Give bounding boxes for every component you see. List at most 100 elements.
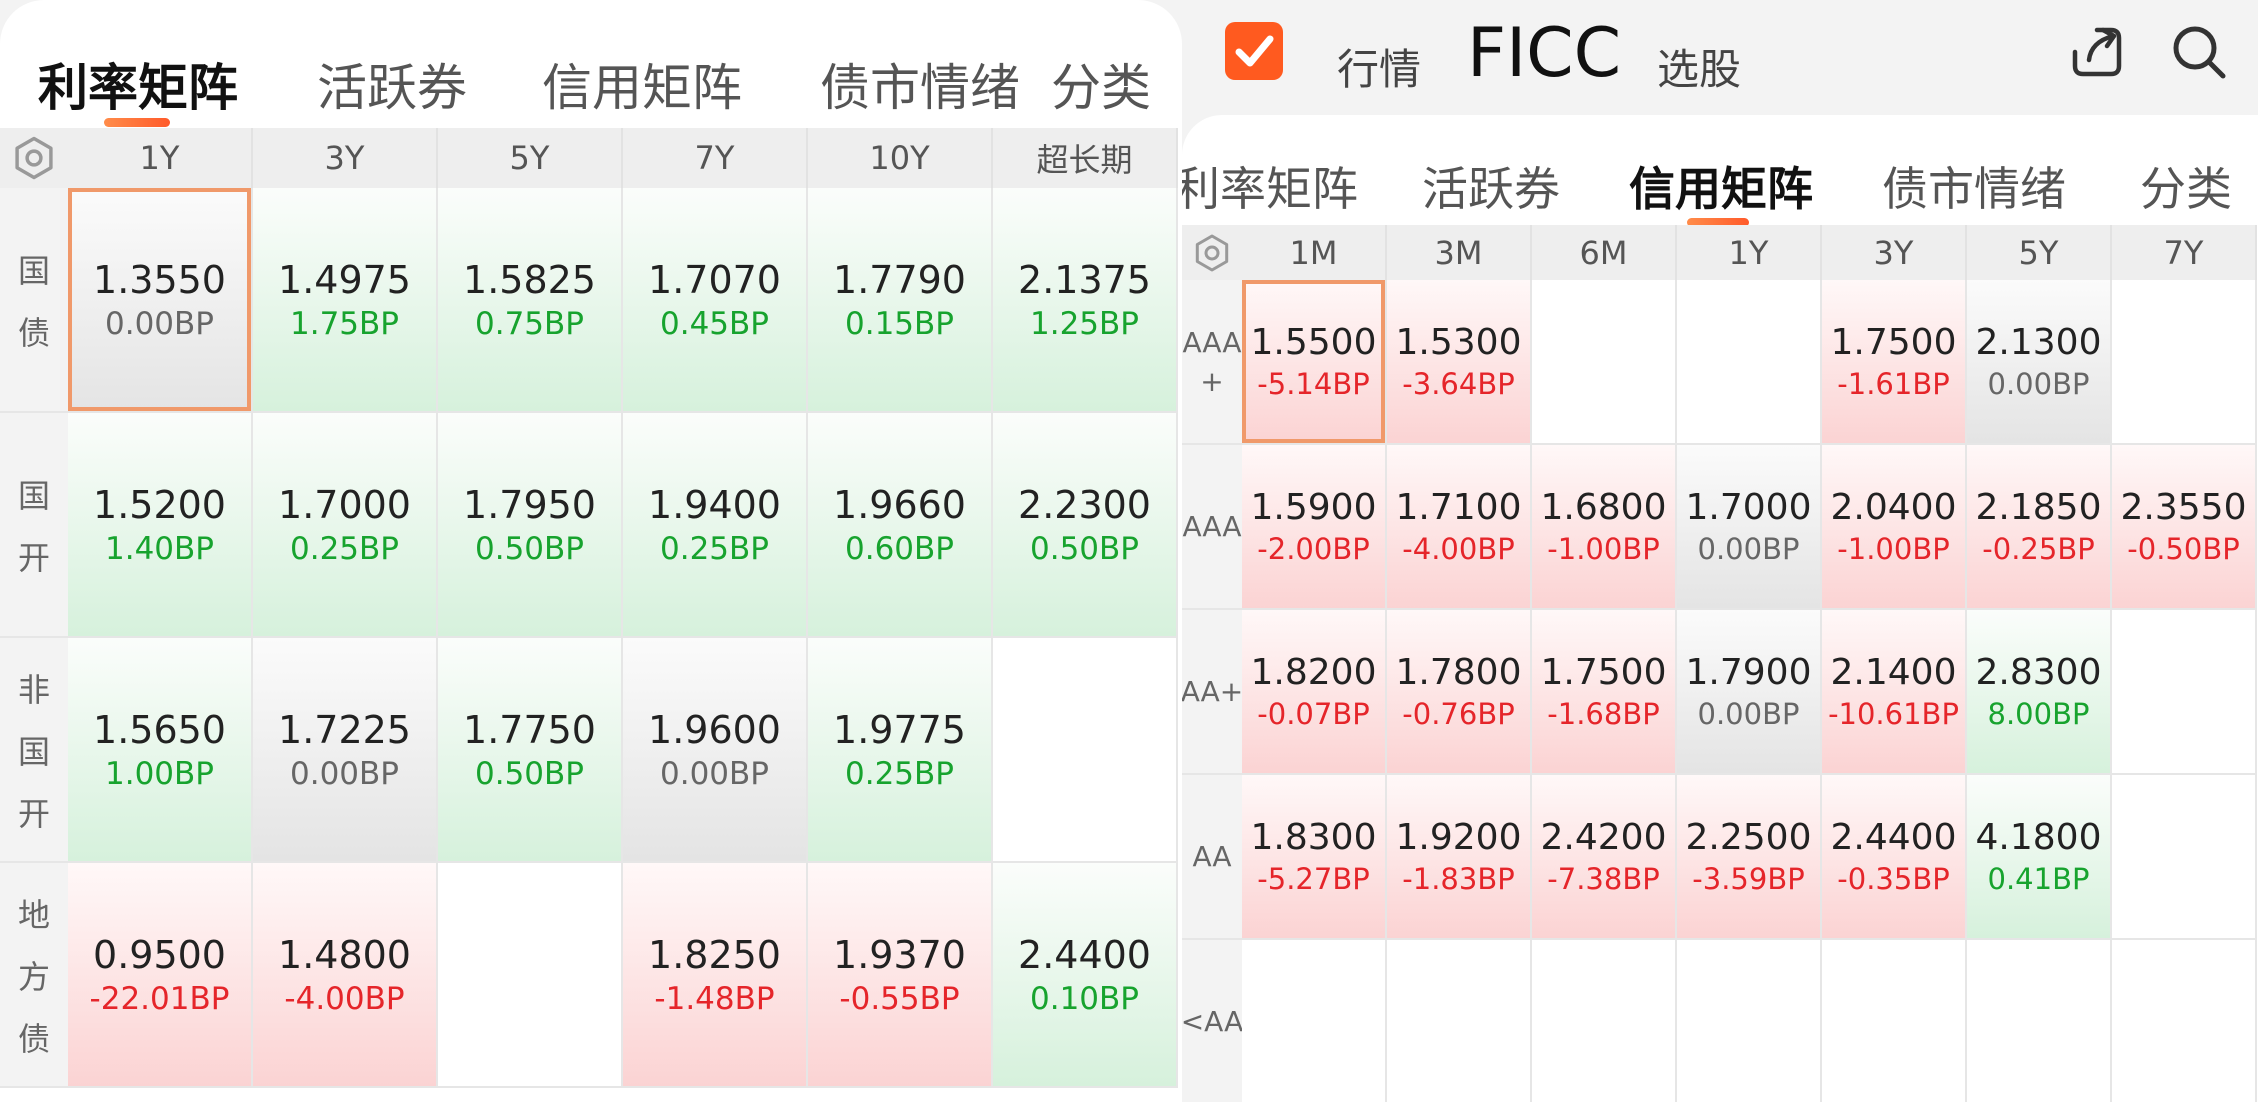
right-row-header: <AA (1182, 940, 1243, 1102)
right-matrix-cell[interactable]: 1.7900 0.00BP (1677, 610, 1822, 775)
left-matrix-cell[interactable]: 1.5650 1.00BP (68, 638, 253, 863)
rate-matrix-grid: 1Y 3Y 5Y 7Y 10Y 超长期国债 1.3550 0.00BP 1.4975 1.75BP… (0, 128, 1182, 1102)
yield-value: 2.2500 (1685, 817, 1812, 858)
left-matrix-cell[interactable]: 1.5825 0.75BP (438, 188, 623, 413)
change-bp: 0.00BP (1697, 532, 1800, 566)
left-matrix-cell[interactable]: 1.4975 1.75BP (253, 188, 438, 413)
left-matrix-cell[interactable]: 1.3550 0.00BP (68, 188, 253, 413)
yield-value: 1.8250 (648, 932, 781, 977)
right-matrix-cell[interactable]: 1.5500 -5.14BP (1242, 280, 1387, 445)
left-matrix-cell[interactable]: 2.2300 0.50BP (993, 413, 1178, 638)
tab-rate-matrix-right[interactable]: 利率矩阵 (1182, 153, 1358, 219)
left-matrix-cell[interactable]: 1.9370 -0.55BP (808, 863, 993, 1088)
left-matrix-cell[interactable]: 1.5200 1.40BP (68, 413, 253, 638)
left-matrix-cell[interactable]: 1.9400 0.25BP (623, 413, 808, 638)
right-matrix-cell[interactable]: 2.1300 0.00BP (1967, 280, 2112, 445)
credit-card: 利率矩阵 活跃券 信用矩阵 债市情绪 分类 1M 3M 6M 1Y 3Y 5Y 7Y AAA +… (1182, 115, 2258, 1102)
right-matrix-cell (1532, 280, 1677, 445)
yield-value: 1.5500 (1250, 322, 1377, 363)
yield-value: 2.4200 (1540, 817, 1667, 858)
yield-value: 1.4975 (278, 257, 411, 302)
yield-value: 1.9370 (833, 932, 966, 977)
tab-category[interactable]: 分类 (1051, 48, 1151, 120)
right-matrix-cell[interactable]: 1.7500 -1.61BP (1822, 280, 1967, 445)
left-matrix-cell[interactable]: 2.4400 0.10BP (993, 863, 1178, 1088)
left-matrix-cell[interactable]: 1.9775 0.25BP (808, 638, 993, 863)
right-matrix-cell (2112, 940, 2257, 1102)
left-matrix-cell[interactable]: 2.1375 1.25BP (993, 188, 1178, 413)
right-matrix-cell[interactable]: 1.8300 -5.27BP (1242, 775, 1387, 940)
right-matrix-cell[interactable]: 1.5300 -3.64BP (1387, 280, 1532, 445)
change-bp: 0.25BP (845, 755, 954, 792)
change-bp: -1.61BP (1837, 367, 1950, 401)
change-bp: -5.14BP (1257, 367, 1370, 401)
left-matrix-cell[interactable]: 0.9500 -22.01BP (68, 863, 253, 1088)
yield-value: 1.7000 (1685, 487, 1812, 528)
right-matrix-cell[interactable]: 4.1800 0.41BP (1967, 775, 2112, 940)
tab-active-bonds[interactable]: 活跃券 (317, 48, 467, 120)
right-matrix-cell[interactable]: 2.1850 -0.25BP (1967, 445, 2112, 610)
right-matrix-cell[interactable]: 1.5900 -2.00BP (1242, 445, 1387, 610)
left-matrix-cell[interactable]: 1.7070 0.45BP (623, 188, 808, 413)
nav-market[interactable]: 行情 (1337, 36, 1421, 97)
tab-bond-sentiment-right[interactable]: 债市情绪 (1882, 153, 2066, 219)
change-bp: -5.27BP (1257, 862, 1370, 896)
left-row-header: 国债 (0, 188, 68, 413)
right-settings-icon[interactable] (1182, 225, 1242, 280)
share-icon[interactable] (2067, 22, 2127, 82)
left-row-label: 非国开 (17, 670, 50, 833)
right-matrix-cell[interactable]: 1.7100 -4.00BP (1387, 445, 1532, 610)
left-matrix-cell[interactable]: 1.7225 0.00BP (253, 638, 438, 863)
yield-value: 1.7800 (1395, 652, 1522, 693)
tab-credit-matrix-right[interactable]: 信用矩阵 (1629, 153, 1813, 219)
right-matrix-cell[interactable]: 1.7500 -1.68BP (1532, 610, 1677, 775)
check-box-icon[interactable] (1225, 22, 1283, 80)
left-matrix-cell[interactable]: 1.7790 0.15BP (808, 188, 993, 413)
left-settings-icon[interactable] (0, 128, 68, 188)
yield-value: 1.7750 (463, 707, 596, 752)
left-column-header: 10Y (808, 128, 993, 188)
yield-value: 1.8300 (1250, 817, 1377, 858)
right-matrix-cell[interactable]: 2.8300 8.00BP (1967, 610, 2112, 775)
tab-rate-matrix[interactable]: 利率矩阵 (38, 48, 238, 120)
change-bp: 0.50BP (475, 530, 584, 567)
left-matrix-cell[interactable]: 1.7750 0.50BP (438, 638, 623, 863)
left-matrix-cell[interactable]: 1.8250 -1.48BP (623, 863, 808, 1088)
right-matrix-cell[interactable]: 2.3550 -0.50BP (2112, 445, 2257, 610)
yield-value: 2.0400 (1830, 487, 1957, 528)
left-matrix-cell[interactable]: 1.9660 0.60BP (808, 413, 993, 638)
nav-stock-picker[interactable]: 选股 (1657, 36, 1741, 97)
tab-category-right[interactable]: 分类 (2140, 153, 2232, 219)
right-matrix-cell[interactable]: 2.4200 -7.38BP (1532, 775, 1677, 940)
right-matrix-cell[interactable]: 2.1400 -10.61BP (1822, 610, 1967, 775)
left-matrix-cell[interactable]: 1.4800 -4.00BP (253, 863, 438, 1088)
tab-active-bonds-right[interactable]: 活跃券 (1422, 153, 1560, 219)
right-matrix-cell[interactable]: 1.8200 -0.07BP (1242, 610, 1387, 775)
right-matrix-cell[interactable]: 2.4400 -0.35BP (1822, 775, 1967, 940)
yield-value: 1.5200 (93, 482, 226, 527)
nav-ficc[interactable]: FICC (1467, 14, 1621, 93)
yield-value: 1.5650 (93, 707, 226, 752)
change-bp: -1.83BP (1402, 862, 1515, 896)
right-matrix-cell[interactable]: 1.6800 -1.00BP (1532, 445, 1677, 610)
right-matrix-cell[interactable]: 1.7000 0.00BP (1677, 445, 1822, 610)
yield-value: 1.7000 (278, 482, 411, 527)
tab-bond-sentiment[interactable]: 债市情绪 (820, 48, 1020, 120)
right-matrix-cell[interactable]: 1.9200 -1.83BP (1387, 775, 1532, 940)
right-column-header: 3Y (1822, 225, 1967, 280)
right-matrix-cell (1532, 940, 1677, 1102)
yield-value: 0.9500 (93, 932, 226, 977)
left-matrix-cell[interactable]: 1.7000 0.25BP (253, 413, 438, 638)
yield-value: 4.1800 (1975, 817, 2102, 858)
change-bp: -1.00BP (1547, 532, 1660, 566)
right-matrix-cell[interactable]: 2.0400 -1.00BP (1822, 445, 1967, 610)
change-bp: 8.00BP (1987, 697, 2090, 731)
yield-value: 1.7500 (1830, 322, 1957, 363)
left-row-header: 国开 (0, 413, 68, 638)
tab-credit-matrix[interactable]: 信用矩阵 (542, 48, 742, 120)
right-matrix-cell[interactable]: 1.7800 -0.76BP (1387, 610, 1532, 775)
search-icon[interactable] (2167, 20, 2231, 84)
right-matrix-cell[interactable]: 2.2500 -3.59BP (1677, 775, 1822, 940)
left-matrix-cell[interactable]: 1.7950 0.50BP (438, 413, 623, 638)
left-matrix-cell[interactable]: 1.9600 0.00BP (623, 638, 808, 863)
